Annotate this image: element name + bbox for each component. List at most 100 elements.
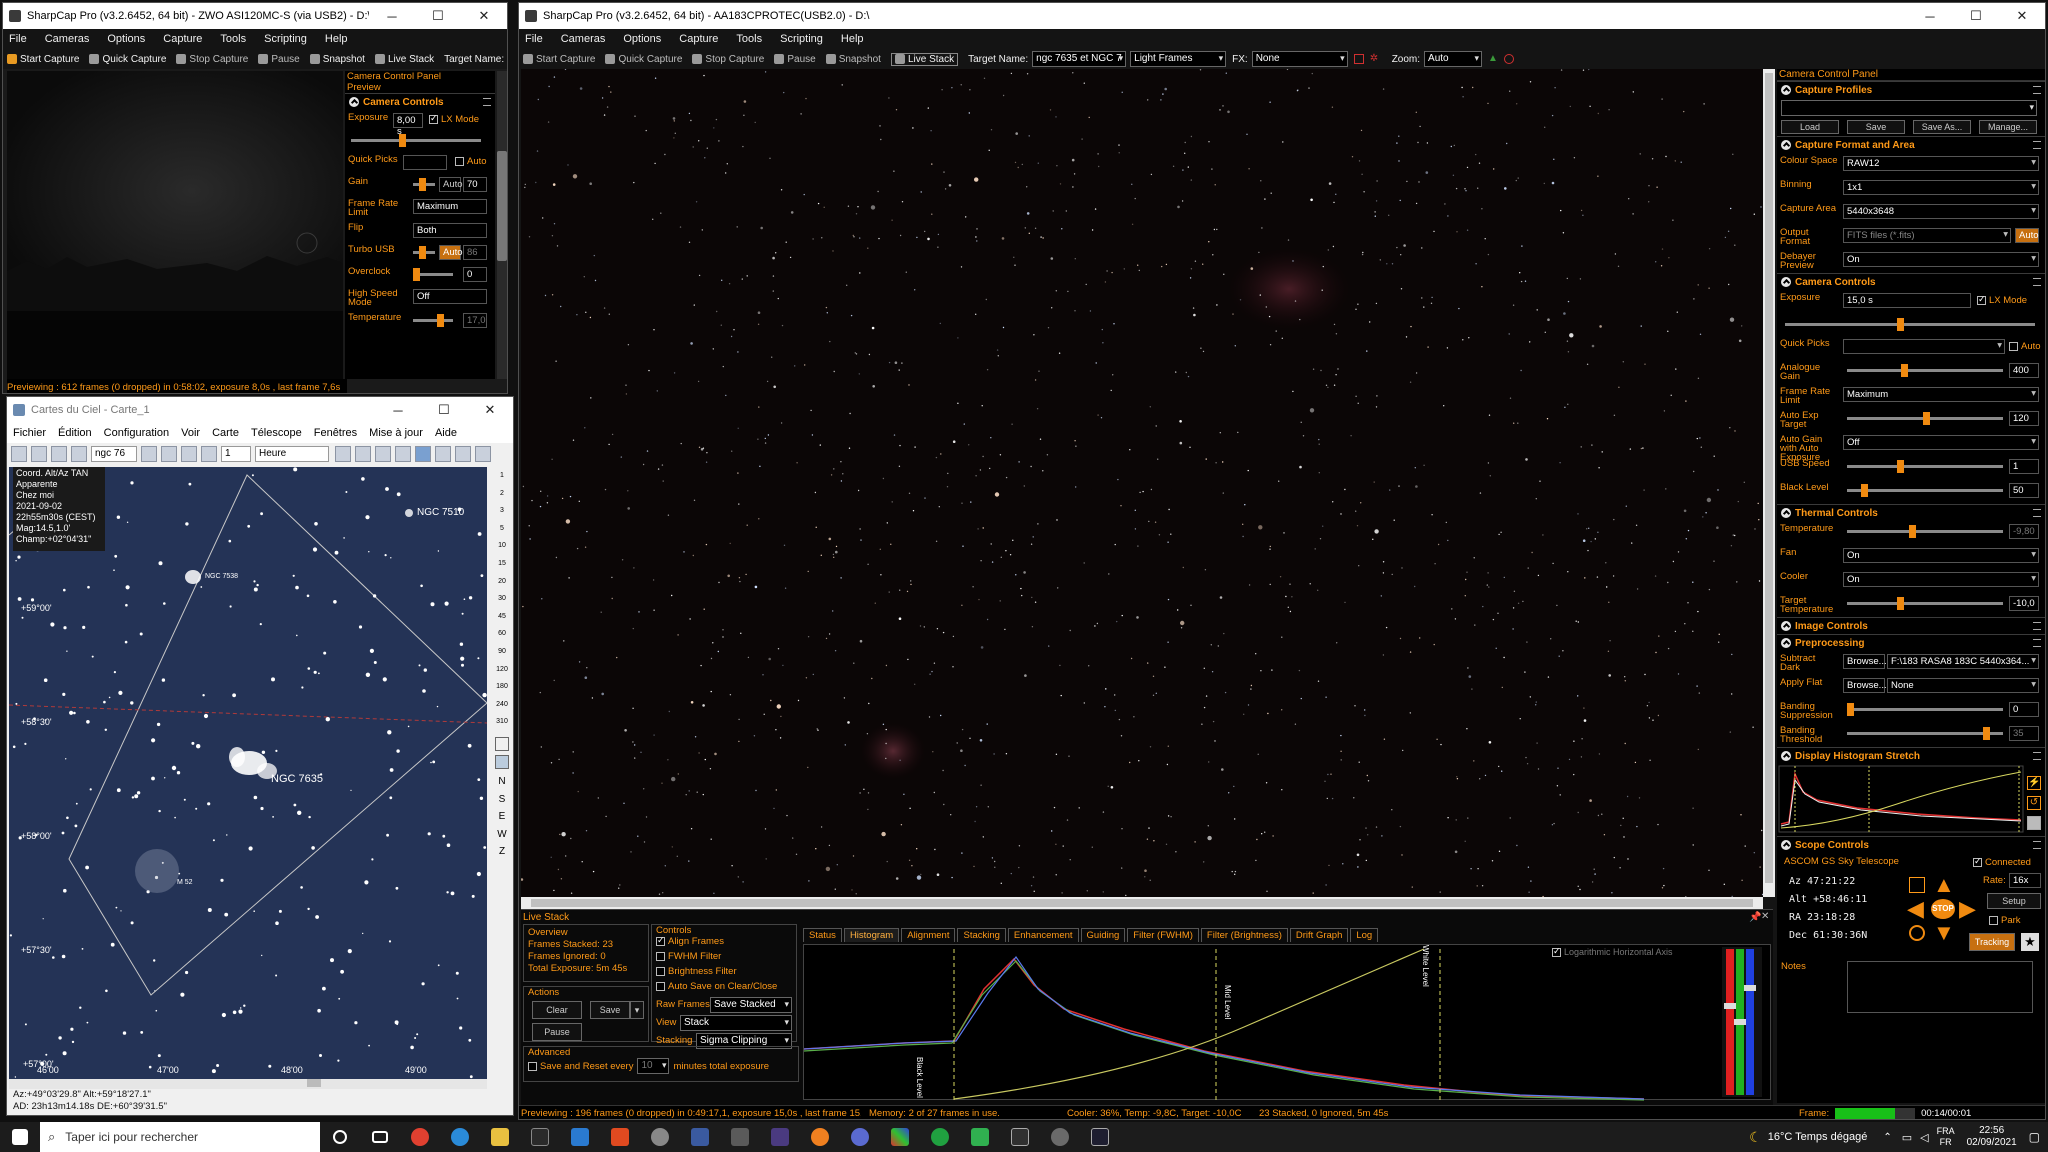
live-stack-button[interactable]: Live Stack [890,52,959,66]
grid-icon[interactable]: ✲ [1370,54,1380,64]
stop-capture-button[interactable]: Stop Capture [176,54,248,65]
binning-select[interactable]: 1x1 [1843,180,2039,195]
zoom-tick[interactable]: 90 [491,643,513,661]
volume-icon[interactable]: ◁ [1920,1131,1928,1144]
minimize-icon[interactable]: ─ [375,403,421,418]
zoom-tick[interactable]: 120 [491,661,513,679]
network-icon[interactable]: ▭ [1902,1131,1912,1144]
auto-save-checkbox[interactable]: Auto Save on Clear/Close [652,981,796,996]
target-name-input[interactable]: ngc 7635 et NGC 7 [1032,51,1127,67]
viewport-horizontal-scrollbar[interactable] [521,897,1763,909]
setup-button[interactable]: Setup [1987,893,2041,909]
tab-histogram[interactable]: Histogram [843,928,900,942]
lx-mode-checkbox[interactable]: LX Mode [1977,294,2027,306]
menu-capture[interactable]: Capture [163,33,202,45]
zoom-tick[interactable]: 240 [491,696,513,714]
connected-checkbox[interactable]: Connected [1973,856,2031,868]
menu-cameras[interactable]: Cameras [561,33,606,45]
auto-exp-slider[interactable] [1923,412,1930,425]
banding-suppression-slider[interactable] [1847,703,1854,716]
zoom-tick[interactable]: 45 [491,608,513,626]
subtract-dark-browse[interactable]: Browse... [1843,654,1887,669]
overclock-slider[interactable] [413,268,420,281]
menu-carte[interactable]: Carte [212,427,239,439]
quick-picks-auto[interactable]: Auto [455,156,487,167]
new-chart-icon[interactable] [11,446,27,462]
analogue-gain-input[interactable]: 400 [2009,363,2039,378]
cooler-select[interactable]: On [1843,572,2039,587]
tab-log[interactable]: Log [1350,928,1379,942]
tab-stacking[interactable]: Stacking [957,928,1006,942]
lx-mode-checkbox[interactable]: LX Mode [429,113,479,125]
tab-status[interactable]: Status [803,928,842,942]
viewport-vertical-scrollbar[interactable] [1763,69,1775,897]
menu-voir[interactable]: Voir [181,427,200,439]
task-view-icon[interactable] [360,1122,400,1152]
calculator-icon[interactable] [720,1122,760,1152]
map-horizontal-scrollbar[interactable] [9,1079,487,1089]
profile-select[interactable] [1781,100,2037,116]
live-stack-button[interactable]: Live Stack [374,54,434,65]
tab-guiding[interactable]: Guiding [1080,928,1126,942]
overclock-input[interactable]: 0 [463,267,487,282]
start-capture-button[interactable]: Start Capture [7,54,79,65]
menu-fichier[interactable]: Fichier [13,427,46,439]
analogue-gain-slider[interactable] [1901,364,1908,377]
flip-vertical-icon[interactable] [495,754,509,769]
goto-icon[interactable] [1909,877,1925,893]
slew-icon[interactable] [455,446,471,462]
move-east-button[interactable]: ▶ [1959,898,1976,920]
time-back-icon[interactable] [161,446,177,462]
zoom-tick[interactable]: 10 [491,537,513,555]
quick-picks-select[interactable] [1843,339,2005,354]
target-temperature-input[interactable]: -10,0 [2009,596,2039,611]
maximize-icon[interactable]: ☐ [421,402,467,418]
black-level-input[interactable]: 50 [2009,483,2039,498]
save-reset-minutes[interactable]: 10 [637,1058,670,1074]
zoom-tick[interactable]: 20 [491,573,513,591]
menu-scripting[interactable]: Scripting [264,33,307,45]
section-menu-icon[interactable] [2033,278,2041,286]
load-profile-button[interactable]: Load [1781,120,1839,134]
menu-options[interactable]: Options [623,33,661,45]
notes-textarea[interactable] [1847,961,2033,1013]
target-temperature-slider[interactable] [1897,597,1904,610]
target-icon[interactable] [395,446,411,462]
pause-stack-button[interactable]: Pause [532,1023,582,1041]
crosshair-icon[interactable] [1353,54,1364,64]
close-live-stack-icon[interactable]: ✕ [1761,911,1769,922]
menu-capture[interactable]: Capture [679,33,718,45]
gain-auto[interactable]: Auto [439,177,463,192]
menu-telescope[interactable]: Télescope [251,427,302,439]
clear-button[interactable]: Clear [532,1001,582,1019]
fan-select[interactable]: On [1843,548,2039,563]
flip-horizontal-icon[interactable] [495,736,509,751]
close-icon[interactable]: ✕ [1999,8,2045,24]
tab-alignment[interactable]: Alignment [901,928,956,942]
sync-icon[interactable] [435,446,451,462]
telescope-icon[interactable] [415,446,431,462]
turbo-slider[interactable] [419,246,426,259]
tab-filter-fwhm[interactable]: Filter (FWHM) [1127,928,1199,942]
fullscreen-icon[interactable] [475,446,491,462]
star-map[interactable]: NGC 7510 NGC 7538 NGC 7635 M 52 +59°00' … [9,467,487,1079]
auto-gain-select[interactable]: Off [1843,435,2039,450]
time-step-input[interactable]: 1 [221,446,251,462]
minimize-icon[interactable]: ─ [1907,9,1953,24]
move-north-button[interactable]: ▲ [1933,874,1955,896]
zoom-tick[interactable]: 310 [491,713,513,731]
usb-speed-input[interactable]: 1 [2009,459,2039,474]
focus-icon[interactable] [1504,54,1515,64]
preprocessing-header[interactable]: Preprocessing [1777,634,2045,651]
save-as-profile-button[interactable]: Save As... [1913,120,1971,134]
tray-chevron-icon[interactable]: ⌃ [1883,1132,1891,1143]
high-speed-select[interactable]: Off [413,289,487,304]
minimize-icon[interactable]: ─ [369,9,415,24]
zoom-tick[interactable]: 180 [491,678,513,696]
flip-select[interactable]: Both [413,223,487,238]
frame-rate-select[interactable]: Maximum [413,199,487,214]
ngc7538-marker[interactable] [185,570,201,584]
stretch-reset-icon[interactable]: ↺ [2027,796,2041,810]
start-button[interactable] [0,1122,40,1152]
move-west-button[interactable]: ◀ [1907,898,1924,920]
